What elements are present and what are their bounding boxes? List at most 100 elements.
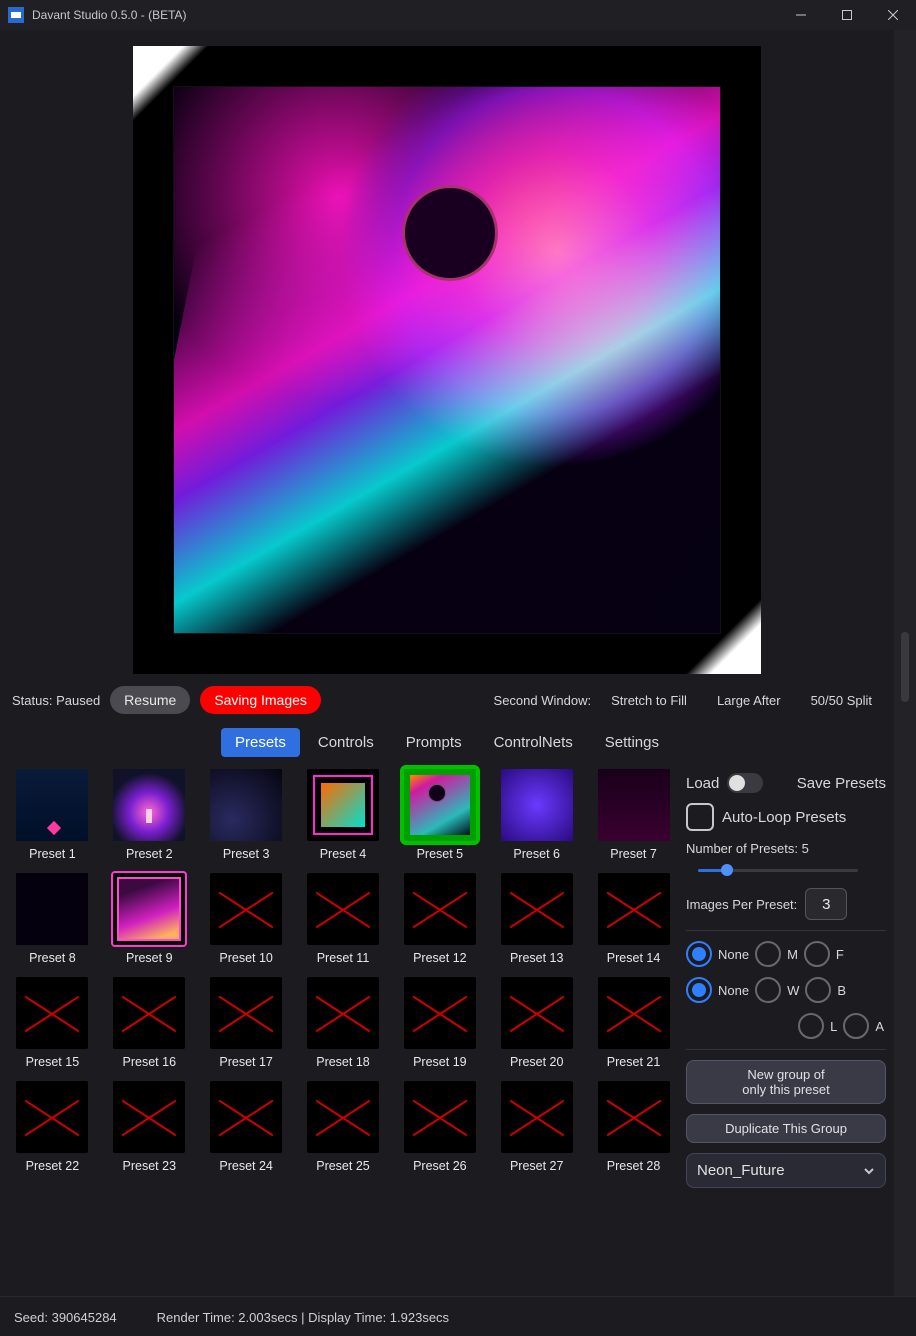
footer-bar: Seed: 390645284 Render Time: 2.003secs |… — [0, 1296, 916, 1336]
radio-row2-b[interactable] — [805, 977, 831, 1003]
preset-label: Preset 17 — [219, 1055, 273, 1069]
num-presets-slider[interactable] — [698, 862, 858, 878]
preset-thumbnail[interactable] — [404, 769, 476, 841]
preset-label: Preset 21 — [607, 1055, 661, 1069]
preset-cell: Preset 23 — [109, 1081, 190, 1173]
preset-cell: Preset 18 — [303, 977, 384, 1069]
render-time-label: Render Time: 2.003secs | Display Time: 1… — [157, 1310, 449, 1325]
preset-label: Preset 5 — [417, 847, 464, 861]
preset-label: Preset 8 — [29, 951, 76, 965]
tab-presets[interactable]: Presets — [221, 728, 300, 757]
preset-label: Preset 1 — [29, 847, 76, 861]
preset-cell: Preset 19 — [399, 977, 480, 1069]
preset-label: Preset 12 — [413, 951, 467, 965]
preset-cell: Preset 6 — [496, 769, 577, 861]
preset-label: Preset 9 — [126, 951, 173, 965]
radio-row1-none[interactable] — [686, 941, 712, 967]
tab-settings[interactable]: Settings — [591, 728, 673, 757]
preset-label: Preset 19 — [413, 1055, 467, 1069]
vertical-scrollbar[interactable] — [894, 30, 916, 1296]
preset-thumbnail[interactable] — [501, 977, 573, 1049]
resume-button[interactable]: Resume — [110, 686, 190, 714]
radio-row2-w[interactable] — [755, 977, 781, 1003]
preset-thumbnail[interactable] — [307, 873, 379, 945]
save-presets-button[interactable]: Save Presets — [797, 775, 886, 792]
preset-thumbnail[interactable] — [113, 1081, 185, 1153]
preset-label: Preset 4 — [320, 847, 367, 861]
preset-label: Preset 7 — [610, 847, 657, 861]
preset-label: Preset 26 — [413, 1159, 467, 1173]
preset-thumbnail[interactable] — [501, 1081, 573, 1153]
preview-area — [0, 30, 894, 680]
preset-thumbnail[interactable] — [210, 977, 282, 1049]
stretch-to-fill-button[interactable]: Stretch to Fill — [601, 689, 697, 712]
preset-thumbnail[interactable] — [598, 769, 670, 841]
radio-row1-m[interactable] — [755, 941, 781, 967]
preset-thumbnail[interactable] — [501, 769, 573, 841]
preset-thumbnail[interactable] — [404, 873, 476, 945]
preset-cell: Preset 22 — [12, 1081, 93, 1173]
second-window-label: Second Window: — [494, 693, 592, 708]
split-5050-button[interactable]: 50/50 Split — [801, 689, 882, 712]
preset-label: Preset 23 — [123, 1159, 177, 1173]
preset-thumbnail[interactable] — [210, 769, 282, 841]
preset-thumbnail[interactable] — [598, 977, 670, 1049]
images-per-preset-input[interactable] — [805, 888, 847, 920]
radio-row2-none[interactable] — [686, 977, 712, 1003]
preset-thumbnail[interactable] — [16, 769, 88, 841]
window-titlebar: Davant Studio 0.5.0 - (BETA) — [0, 0, 916, 30]
preset-thumbnail[interactable] — [113, 769, 185, 841]
duplicate-group-button[interactable]: Duplicate This Group — [686, 1114, 886, 1143]
preset-cell: Preset 12 — [399, 873, 480, 965]
preset-thumbnail[interactable] — [501, 873, 573, 945]
preset-cell: Preset 16 — [109, 977, 190, 1069]
chevron-down-icon — [863, 1165, 875, 1177]
preset-thumbnail[interactable] — [307, 977, 379, 1049]
preset-cell: Preset 13 — [496, 873, 577, 965]
radio-row2-a[interactable] — [843, 1013, 869, 1039]
preset-thumbnail[interactable] — [113, 977, 185, 1049]
preset-cell: Preset 9 — [109, 873, 190, 965]
window-minimize-button[interactable] — [778, 0, 824, 30]
preset-thumbnail[interactable] — [598, 1081, 670, 1153]
tab-bar: Presets Controls Prompts ControlNets Set… — [0, 720, 894, 765]
preset-thumbnail[interactable] — [404, 977, 476, 1049]
preset-grid: Preset 1Preset 2Preset 3Preset 4Preset 5… — [12, 769, 674, 1288]
preset-cell: Preset 4 — [303, 769, 384, 861]
window-close-button[interactable] — [870, 0, 916, 30]
tab-prompts[interactable]: Prompts — [392, 728, 476, 757]
tab-controls[interactable]: Controls — [304, 728, 388, 757]
preview-canvas[interactable] — [133, 46, 761, 674]
preset-label: Preset 22 — [26, 1159, 80, 1173]
window-maximize-button[interactable] — [824, 0, 870, 30]
preset-label: Preset 20 — [510, 1055, 564, 1069]
preset-cell: Preset 27 — [496, 1081, 577, 1173]
radio-row1-f[interactable] — [804, 941, 830, 967]
preset-cell: Preset 17 — [206, 977, 287, 1069]
preset-thumbnail[interactable] — [307, 1081, 379, 1153]
radio-row2-l[interactable] — [798, 1013, 824, 1039]
preset-thumbnail[interactable] — [404, 1081, 476, 1153]
preset-thumbnail[interactable] — [16, 873, 88, 945]
preset-cell: Preset 11 — [303, 873, 384, 965]
preset-label: Preset 25 — [316, 1159, 370, 1173]
load-label: Load — [686, 775, 719, 792]
preset-thumbnail[interactable] — [210, 1081, 282, 1153]
preset-thumbnail[interactable] — [16, 1081, 88, 1153]
preset-cell: Preset 7 — [593, 769, 674, 861]
preset-thumbnail[interactable] — [16, 977, 88, 1049]
load-toggle[interactable] — [727, 773, 763, 793]
group-select[interactable]: Neon_Future — [686, 1153, 886, 1188]
large-after-button[interactable]: Large After — [707, 689, 791, 712]
new-group-button[interactable]: New group of only this preset — [686, 1060, 886, 1104]
preset-cell: Preset 5 — [399, 769, 480, 861]
saving-images-button[interactable]: Saving Images — [200, 686, 321, 714]
preset-thumbnail[interactable] — [210, 873, 282, 945]
preset-label: Preset 11 — [317, 951, 370, 965]
preset-thumbnail[interactable] — [307, 769, 379, 841]
preset-cell: Preset 28 — [593, 1081, 674, 1173]
preset-thumbnail[interactable] — [598, 873, 670, 945]
preset-thumbnail[interactable] — [113, 873, 185, 945]
autoloop-checkbox[interactable] — [686, 803, 714, 831]
tab-controlnets[interactable]: ControlNets — [480, 728, 587, 757]
